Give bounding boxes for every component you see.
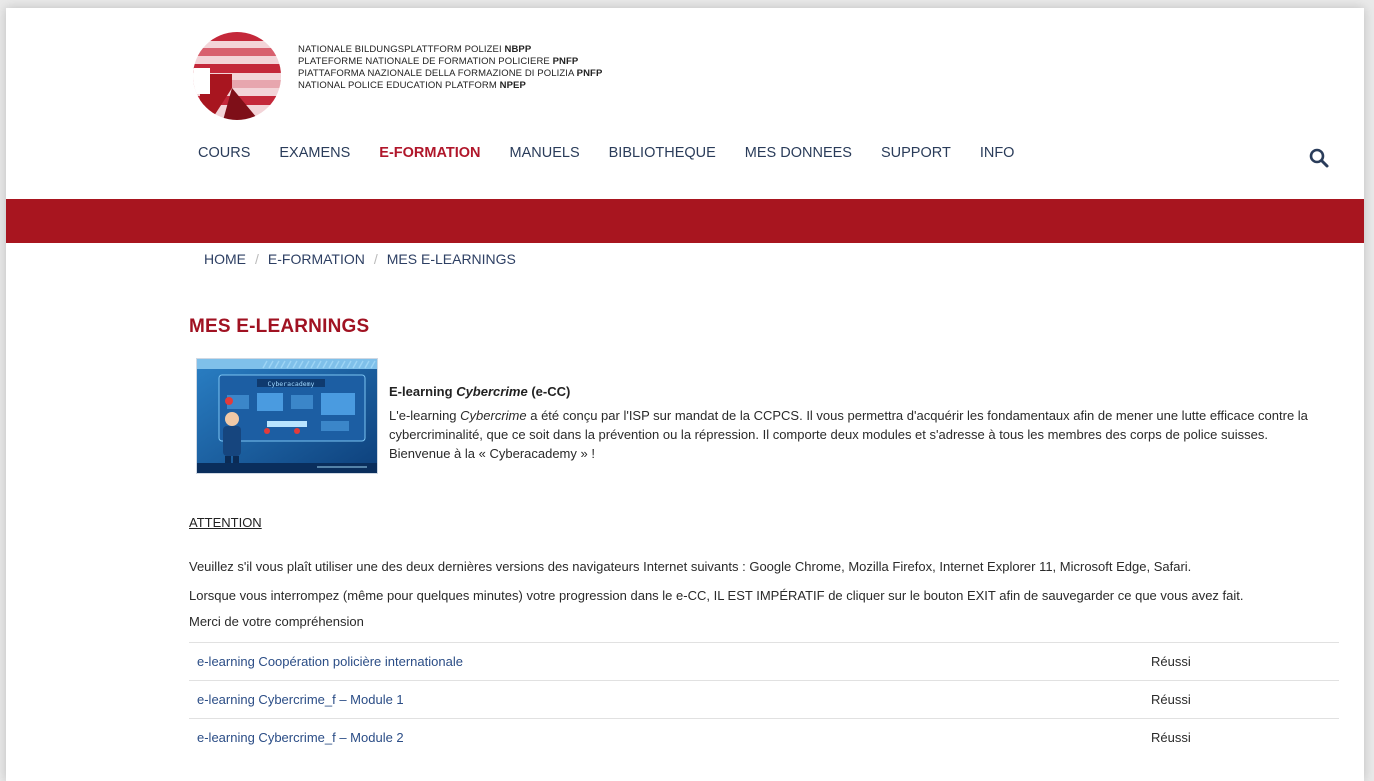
- nav-item-e-formation[interactable]: E-FORMATION: [379, 145, 480, 161]
- nav-item-info[interactable]: INFO: [980, 145, 1015, 161]
- breadcrumb-mes-e-learnings[interactable]: MES E-LEARNINGS: [387, 251, 516, 267]
- course-thumbnail[interactable]: Cyberacademy: [196, 358, 378, 474]
- page-container: NATIONALE BILDUNGSPLATTFORM POLIZEI NBPP…: [6, 8, 1364, 781]
- breadcrumb-home[interactable]: HOME: [204, 251, 246, 267]
- status-label: Réussi: [1151, 654, 1191, 669]
- brand-text: NATIONALE BILDUNGSPLATTFORM POLIZEI NBPP…: [298, 44, 602, 92]
- breadcrumb-separator: /: [373, 251, 378, 267]
- breadcrumb: HOME / E-FORMATION / MES E-LEARNINGS: [204, 251, 516, 267]
- page-title: MES E-LEARNINGS: [189, 316, 370, 337]
- elearning-link[interactable]: e-learning Cybercrime_f – Module 1: [197, 692, 404, 707]
- list-item: e-learning Cybercrime_f – Module 1 Réuss…: [189, 680, 1339, 718]
- breadcrumb-e-formation[interactable]: E-FORMATION: [268, 251, 365, 267]
- course-description: L'e-learning Cybercrime a été conçu par …: [389, 408, 1308, 461]
- thumbnail-caption: Cyberacademy: [268, 380, 315, 388]
- list-item: e-learning Cybercrime_f – Module 2 Réuss…: [189, 718, 1339, 756]
- course-title: E-learning Cybercrime (e-CC): [389, 384, 571, 399]
- status-label: Réussi: [1151, 692, 1191, 707]
- exit-notice: Lorsque vous interrompez (même pour quel…: [189, 588, 1244, 603]
- elearning-link[interactable]: e-learning Cybercrime_f – Module 2: [197, 730, 404, 745]
- brand-line-it: PIATTAFORMA NAZIONALE DELLA FORMAZIONE D…: [298, 68, 603, 79]
- browser-notice: Veuillez s'il vous plaît utiliser une de…: [189, 559, 1192, 574]
- elearning-list: e-learning Coopération policière interna…: [189, 642, 1339, 756]
- nav-item-manuels[interactable]: MANUELS: [510, 145, 580, 161]
- list-item: e-learning Coopération policière interna…: [189, 642, 1339, 680]
- status-label: Réussi: [1151, 730, 1191, 745]
- nav-item-bibliotheque[interactable]: BIBLIOTHEQUE: [609, 145, 716, 161]
- nav-item-cours[interactable]: COURS: [198, 145, 250, 161]
- main-nav: COURS EXAMENS E-FORMATION MANUELS BIBLIO…: [198, 145, 1043, 161]
- elearning-link[interactable]: e-learning Coopération policière interna…: [197, 654, 463, 669]
- attention-heading: ATTENTION: [189, 515, 262, 530]
- brand-line-fr: PLATEFORME NATIONALE DE FORMATION POLICI…: [298, 56, 579, 67]
- search-icon[interactable]: [1308, 147, 1330, 169]
- platform-logo[interactable]: [192, 28, 282, 124]
- nav-item-support[interactable]: SUPPORT: [881, 145, 951, 161]
- brand-line-de: NATIONALE BILDUNGSPLATTFORM POLIZEI NBPP: [298, 44, 532, 55]
- brand-line-en: NATIONAL POLICE EDUCATION PLATFORM NPEP: [298, 80, 526, 91]
- breadcrumb-separator: /: [255, 251, 259, 267]
- thanks-notice: Merci de votre compréhension: [189, 614, 364, 629]
- nav-item-mes-donnees[interactable]: MES DONNEES: [745, 145, 852, 161]
- nav-item-examens[interactable]: EXAMENS: [279, 145, 350, 161]
- header-banner: [6, 199, 1364, 243]
